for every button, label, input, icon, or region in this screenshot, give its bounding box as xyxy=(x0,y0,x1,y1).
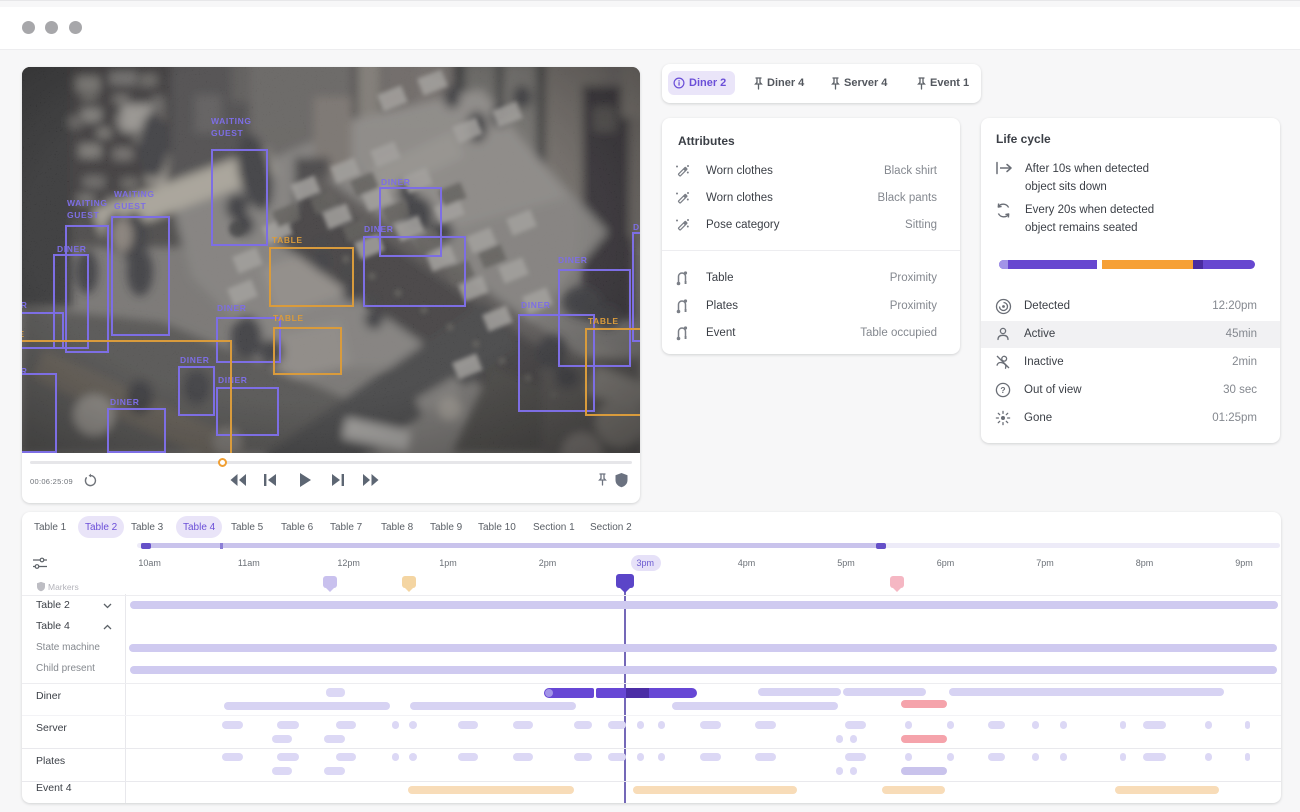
svg-text:WAITING: WAITING xyxy=(67,198,108,208)
svg-text:GUEST: GUEST xyxy=(67,210,99,220)
svg-text:DINER: DINER xyxy=(558,255,587,265)
svg-text:WAITING: WAITING xyxy=(211,116,252,126)
svg-text:GUEST: GUEST xyxy=(211,128,243,138)
svg-text:DINER: DINER xyxy=(22,300,27,310)
svg-text:DINER: DINER xyxy=(364,224,393,234)
svg-text:DINER: DINER xyxy=(633,222,640,232)
svg-text:GUEST: GUEST xyxy=(114,201,146,211)
svg-text:DINER: DINER xyxy=(217,303,246,313)
svg-text:DINER: DINER xyxy=(110,397,139,407)
svg-text:DINER: DINER xyxy=(22,366,27,376)
svg-text:DINER: DINER xyxy=(521,300,550,310)
svg-text:DINER: DINER xyxy=(218,375,247,385)
svg-text:?: ? xyxy=(1000,385,1005,395)
svg-text:DINER: DINER xyxy=(381,177,410,187)
svg-text:TABLE: TABLE xyxy=(22,329,25,339)
svg-text:DINER: DINER xyxy=(57,244,86,254)
svg-text:TABLE: TABLE xyxy=(273,313,304,323)
svg-text:TABLE: TABLE xyxy=(588,316,619,326)
svg-text:WAITING: WAITING xyxy=(114,189,155,199)
svg-text:DINER: DINER xyxy=(180,355,209,365)
svg-text:TABLE: TABLE xyxy=(272,235,303,245)
